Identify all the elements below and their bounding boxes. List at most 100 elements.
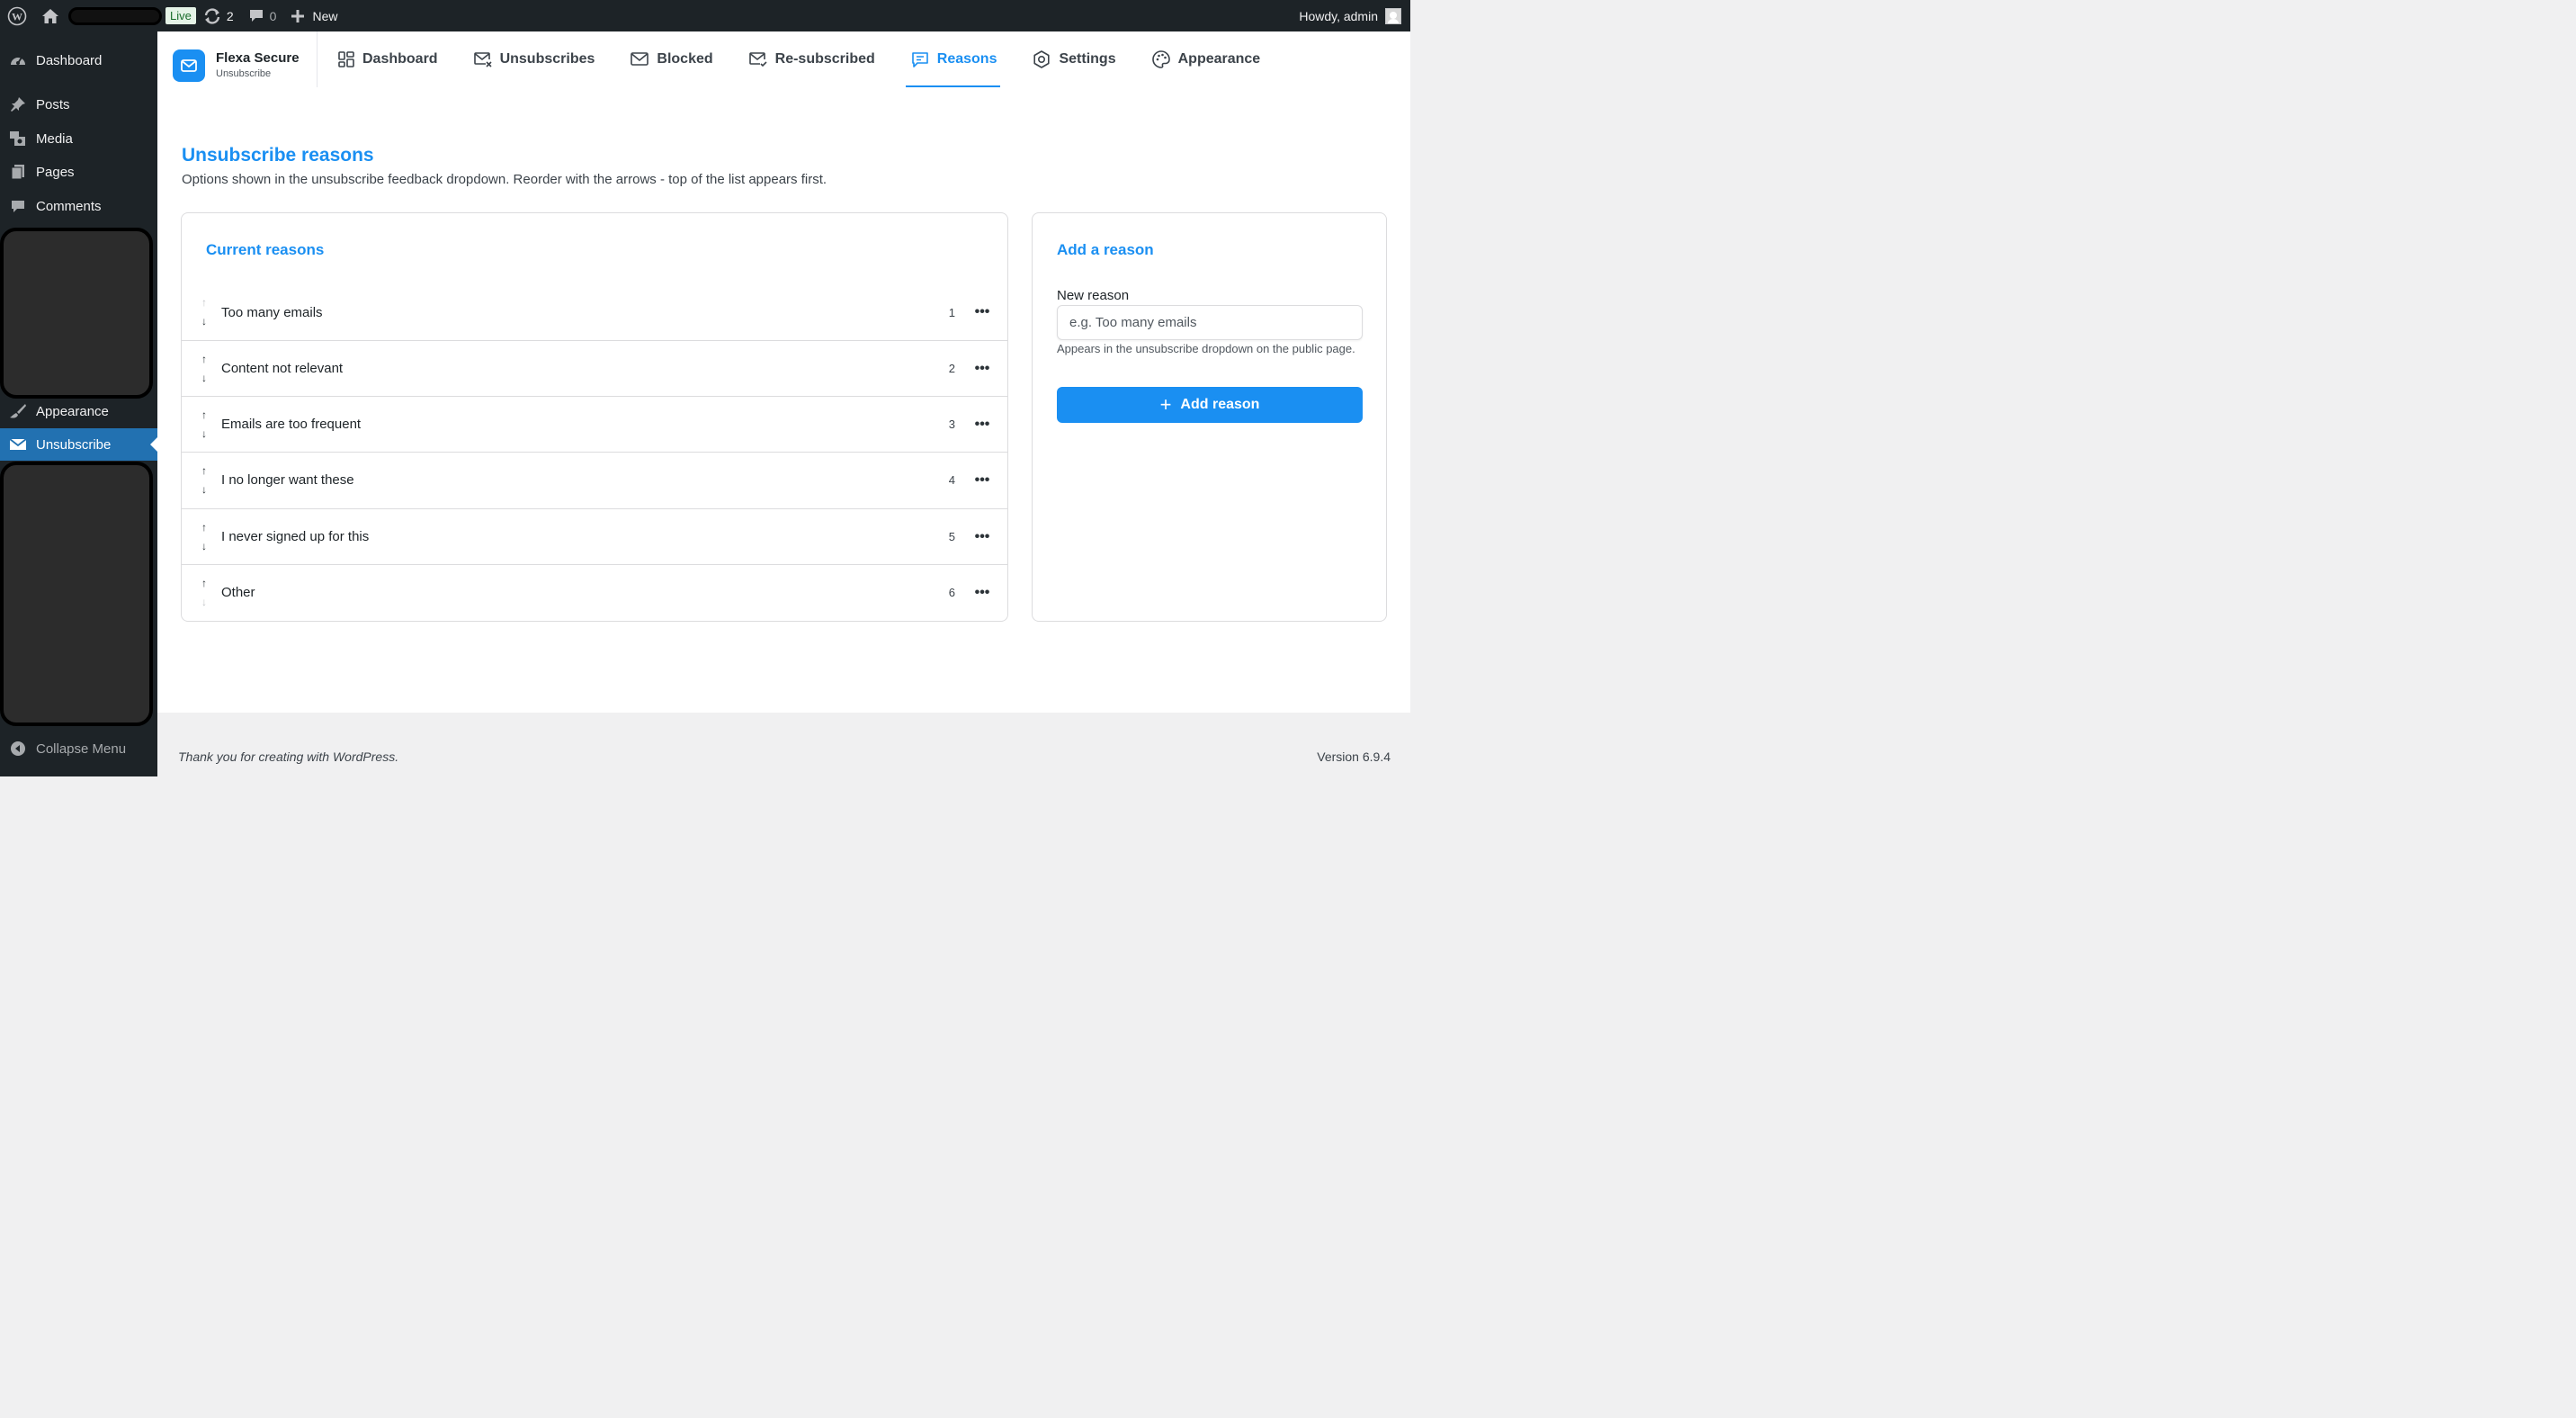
more-options-icon[interactable]: •••	[969, 472, 996, 489]
more-options-icon[interactable]: •••	[969, 585, 996, 601]
move-down-button[interactable]: ↓	[198, 312, 210, 331]
settings-gear-icon	[1033, 50, 1051, 68]
envelope-check-icon	[748, 52, 767, 67]
dashboard-gauge-icon	[0, 52, 36, 68]
sidebar-item-unsubscribe[interactable]: Unsubscribe	[0, 428, 157, 461]
tab-resubscribed[interactable]: Re-subscribed	[748, 31, 875, 87]
admin-sidebar: Dashboard Posts Media Pages Comments App…	[0, 31, 157, 776]
reason-row: ↑ ↓ Content not relevant 2 •••	[182, 340, 1007, 396]
reason-label: Content not relevant	[221, 361, 344, 376]
card-title: Add a reason	[1057, 241, 1154, 258]
move-up-button[interactable]: ↑	[198, 574, 210, 593]
new-label: New	[312, 8, 338, 23]
reason-order: 3	[948, 417, 955, 431]
collapse-menu-button[interactable]: Collapse Menu	[0, 732, 157, 765]
svg-text:W: W	[12, 10, 22, 22]
more-options-icon[interactable]: •••	[969, 529, 996, 545]
envelope-x-icon	[473, 52, 492, 67]
reason-label: Emails are too frequent	[221, 417, 362, 432]
plugin-brand: Flexa Secure Unsubscribe	[157, 31, 318, 87]
move-down-button[interactable]: ↓	[198, 593, 210, 612]
move-down-button[interactable]: ↓	[198, 537, 210, 556]
reason-order: 4	[948, 473, 955, 487]
pushpin-icon	[0, 96, 36, 112]
card-title: Current reasons	[206, 241, 325, 258]
plugin-tabs: Dashboard Unsubscribes Blocked Re-subscr…	[337, 31, 1295, 87]
footer-thanks: Thank you for creating with WordPress.	[178, 749, 399, 764]
tab-reasons[interactable]: Reasons	[905, 31, 1001, 87]
sidebar-item-pages[interactable]: Pages	[0, 156, 157, 188]
tab-label: Re-subscribed	[774, 51, 875, 67]
reason-order: 1	[948, 305, 955, 319]
howdy-text: Howdy, admin	[1299, 8, 1378, 23]
comments-count: 0	[269, 8, 277, 23]
sidebar-item-posts[interactable]: Posts	[0, 88, 157, 121]
reason-label: I no longer want these	[221, 472, 354, 488]
move-down-button[interactable]: ↓	[198, 369, 210, 388]
new-reason-input[interactable]	[1057, 305, 1363, 340]
sidebar-item-label: Posts	[36, 96, 70, 112]
move-down-button[interactable]: ↓	[198, 425, 210, 444]
home-icon[interactable]	[34, 0, 67, 31]
move-up-button[interactable]: ↑	[198, 293, 210, 312]
reason-order: 6	[948, 586, 955, 599]
sidebar-item-label: Pages	[36, 164, 75, 180]
tab-label: Appearance	[1177, 51, 1261, 67]
more-options-icon[interactable]: •••	[969, 304, 996, 320]
updates-link[interactable]: 2	[196, 0, 241, 31]
move-up-button[interactable]: ↑	[198, 462, 210, 480]
move-down-button[interactable]: ↓	[198, 480, 210, 499]
comment-bubble-icon	[0, 199, 36, 214]
plugin-subtitle: Unsubscribe	[216, 68, 272, 79]
sidebar-redacted-block	[0, 228, 153, 399]
live-badge: Live	[165, 7, 196, 24]
add-reason-button[interactable]: + Add reason	[1057, 387, 1363, 423]
sidebar-item-label: Media	[36, 130, 73, 147]
tab-blocked[interactable]: Blocked	[630, 31, 713, 87]
sidebar-item-dashboard[interactable]: Dashboard	[0, 44, 157, 76]
media-icon	[0, 130, 36, 147]
sidebar-item-label: Comments	[36, 198, 102, 214]
tab-label: Unsubscribes	[499, 51, 595, 67]
collapse-arrow-icon	[0, 740, 36, 757]
more-options-icon[interactable]: •••	[969, 361, 996, 377]
reason-label: I never signed up for this	[221, 529, 370, 544]
grid-icon	[338, 51, 354, 67]
reason-label: Too many emails	[221, 304, 323, 320]
sidebar-item-comments[interactable]: Comments	[0, 190, 157, 222]
tab-appearance[interactable]: Appearance	[1151, 31, 1261, 87]
tab-label: Settings	[1059, 51, 1116, 67]
wordpress-logo-icon[interactable]: W	[0, 0, 34, 31]
sidebar-item-label: Dashboard	[36, 52, 103, 68]
footer-version: Version 6.9.4	[1317, 749, 1391, 764]
tab-dashboard[interactable]: Dashboard	[337, 31, 438, 87]
pages-icon	[0, 164, 36, 180]
reason-row: ↑ ↓ Emails are too frequent 3 •••	[182, 396, 1007, 452]
reason-row: ↑ ↓ I never signed up for this 5 •••	[182, 508, 1007, 564]
plus-icon	[291, 9, 305, 22]
paintbrush-icon	[0, 403, 36, 419]
admin-footer: Thank you for creating with WordPress. V…	[157, 713, 1410, 776]
reason-order: 2	[948, 362, 955, 375]
tab-label: Dashboard	[362, 51, 438, 67]
tab-label: Reasons	[936, 51, 997, 67]
tab-settings[interactable]: Settings	[1032, 31, 1116, 87]
move-up-button[interactable]: ↑	[198, 350, 210, 369]
sidebar-item-appearance[interactable]: Appearance	[0, 395, 157, 427]
comments-link[interactable]: 0	[241, 0, 284, 31]
move-up-button[interactable]: ↑	[198, 518, 210, 537]
new-content-link[interactable]: New	[283, 0, 344, 31]
reason-order: 5	[948, 530, 955, 543]
move-up-button[interactable]: ↑	[198, 406, 210, 425]
plugin-logo-envelope-icon	[173, 49, 205, 82]
updates-count: 2	[226, 8, 234, 23]
more-options-icon[interactable]: •••	[969, 417, 996, 433]
site-name-redacted[interactable]	[68, 6, 162, 25]
my-account[interactable]: Howdy, admin	[1299, 7, 1410, 24]
sidebar-item-label: Appearance	[36, 403, 109, 419]
tab-unsubscribes[interactable]: Unsubscribes	[473, 31, 595, 87]
sidebar-item-media[interactable]: Media	[0, 122, 157, 155]
sidebar-item-label: Unsubscribe	[36, 436, 112, 453]
envelope-icon	[0, 437, 36, 452]
comment-bubble-icon	[249, 10, 263, 22]
